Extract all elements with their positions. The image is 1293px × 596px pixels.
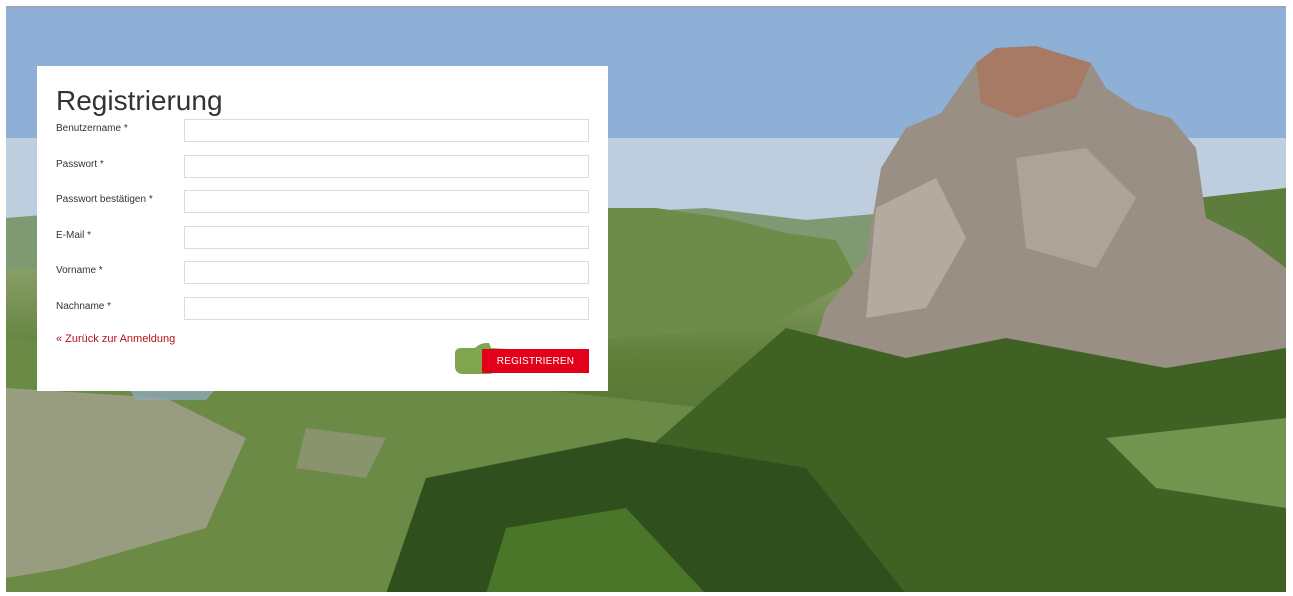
password-row: Passwort * — [56, 155, 589, 179]
lastname-label: Nachname * — [56, 301, 112, 312]
back-to-login-link[interactable]: « Zurück zur Anmeldung — [56, 333, 175, 345]
password-label: Passwort * — [56, 159, 104, 170]
username-input[interactable] — [184, 119, 589, 142]
password-confirm-row: Passwort bestätigen * — [56, 190, 589, 214]
registration-card: Registrierung Benutzername * Passwort * … — [37, 66, 608, 391]
background-landscape: Registrierung Benutzername * Passwort * … — [6, 6, 1286, 592]
page-title: Registrierung — [56, 85, 223, 116]
password-input[interactable] — [184, 155, 589, 178]
firstname-row: Vorname * — [56, 261, 589, 285]
password-confirm-input[interactable] — [184, 190, 589, 213]
email-label: E-Mail * — [56, 230, 92, 241]
password-confirm-label: Passwort bestätigen * — [56, 194, 153, 205]
email-input[interactable] — [184, 226, 589, 249]
firstname-input[interactable] — [184, 261, 589, 284]
register-button[interactable]: REGISTRIEREN — [482, 349, 589, 373]
email-row: E-Mail * — [56, 226, 589, 250]
username-row: Benutzername * — [56, 119, 589, 143]
username-label: Benutzername * — [56, 123, 128, 134]
firstname-label: Vorname * — [56, 265, 103, 276]
lastname-row: Nachname * — [56, 297, 589, 321]
lastname-input[interactable] — [184, 297, 589, 320]
